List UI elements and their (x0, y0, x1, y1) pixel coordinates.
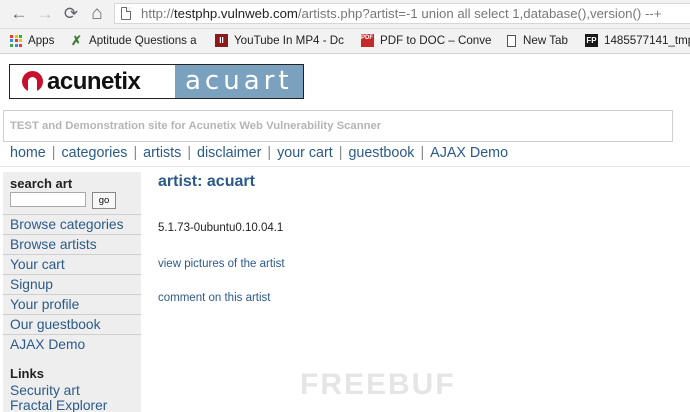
bookmarks-bar: Apps ✗ Aptitude Questions a II YouTube In … (0, 29, 690, 54)
search-input[interactable] (10, 192, 86, 207)
browser-toolbar: ← → ⟳ ⌂ http://testphp.vulnweb.com/artis… (0, 0, 690, 29)
nav-artists[interactable]: artists (143, 145, 181, 161)
nav-your-cart[interactable]: your cart (277, 145, 333, 161)
site-subtitle: TEST and Demonstration site for Acunetix… (10, 120, 382, 132)
address-bar[interactable]: http://testphp.vulnweb.com/artists.php?a… (114, 3, 690, 24)
sidebar-item-our-guestbook[interactable]: Our guestbook (3, 314, 141, 334)
back-arrow-icon[interactable]: ← (8, 3, 30, 25)
aptitude-icon: ✗ (71, 33, 82, 49)
site-subtitle-box: TEST and Demonstration site for Acunetix… (3, 110, 673, 142)
acunetix-logo: acunetix (10, 65, 175, 98)
view-pictures-link[interactable]: view pictures of the artist (158, 258, 285, 270)
nav-ajax-demo[interactable]: AJAX Demo (430, 145, 508, 161)
bookmark-label: Aptitude Questions a (89, 34, 197, 47)
sidebar-item-browse-artists[interactable]: Browse artists (3, 234, 141, 254)
acuart-logo: acuart (175, 65, 303, 98)
nav-disclaimer[interactable]: disclaimer (197, 145, 261, 161)
sidebar-item-ajax-demo[interactable]: AJAX Demo (3, 334, 141, 354)
bookmark-youtube-mp4[interactable]: II YouTube In MP4 - Dc (215, 29, 344, 53)
bookmark-label: PDF to DOC – Conve (380, 34, 492, 47)
injected-version-text: 5.1.73-0ubuntu0.10.04.1 (158, 222, 284, 234)
top-nav: home | categories | artists | disclaimer | your … (10, 145, 509, 161)
sidebar-item-your-cart[interactable]: Your cart (3, 254, 141, 274)
link-fractal-explorer[interactable]: Fractal Explorer (10, 398, 107, 412)
page-info-icon[interactable] (121, 7, 131, 20)
bookmark-aptitude[interactable]: ✗ Aptitude Questions a (70, 29, 197, 53)
search-go-button[interactable]: go (92, 192, 116, 209)
nav-guestbook[interactable]: guestbook (348, 145, 414, 161)
pdf-doc-icon: PDF DOC (361, 34, 388, 48)
bookmark-pdf-to-doc[interactable]: PDF DOCPDF to DOC – Conve (361, 29, 491, 53)
fp-icon: FP (585, 34, 598, 48)
bookmark-apps[interactable]: Apps (10, 29, 54, 53)
bookmark-label: 1485577141_tmp (604, 34, 690, 47)
sidebar-item-your-profile[interactable]: Your profile (3, 294, 141, 314)
url-scheme: http:// (141, 6, 174, 21)
nav-categories[interactable]: categories (61, 145, 127, 161)
reload-icon[interactable]: ⟳ (60, 3, 82, 25)
sidebar-item-browse-categories[interactable]: Browse categories (3, 214, 141, 234)
comment-artist-link[interactable]: comment on this artist (158, 292, 270, 304)
page-icon (507, 34, 516, 47)
sidebar: search art go Browse categories Browse a… (3, 172, 141, 412)
acunetix-logo-mark-icon (22, 71, 43, 92)
bookmark-new-tab[interactable]: New Tab (507, 29, 568, 53)
search-title: search art (10, 176, 73, 191)
link-security-art[interactable]: Security art (10, 383, 80, 399)
acuart-logo-text: acuart (185, 66, 293, 96)
nav-divider (0, 166, 690, 167)
url-host: testphp.vulnweb.com (174, 6, 298, 21)
forward-arrow-icon[interactable]: → (34, 3, 56, 25)
acunetix-logo-text: acunetix (47, 68, 141, 95)
sidebar-links: Browse categories Browse artists Your ca… (3, 214, 141, 354)
artist-title: artist: acuart (158, 173, 255, 190)
watermark: FREEBUF (300, 368, 456, 401)
site-logo[interactable]: acunetix acuart (9, 64, 304, 99)
bookmark-label: YouTube In MP4 - Dc (234, 34, 344, 47)
apps-grid-icon (10, 34, 22, 47)
bookmark-tmp[interactable]: FP 1485577141_tmp (585, 29, 690, 53)
url-path: /artists.php?artist=-1 union all select … (297, 6, 662, 21)
bookmark-label: Apps (28, 34, 55, 47)
home-icon[interactable]: ⌂ (86, 3, 108, 25)
links-title: Links (10, 366, 44, 381)
bookmark-label: New Tab (523, 34, 568, 47)
youtube-mp4-icon: II (215, 34, 228, 48)
nav-home[interactable]: home (10, 145, 46, 161)
url-text[interactable]: http://testphp.vulnweb.com/artists.php?a… (141, 5, 661, 23)
sidebar-item-signup[interactable]: Signup (3, 274, 141, 294)
